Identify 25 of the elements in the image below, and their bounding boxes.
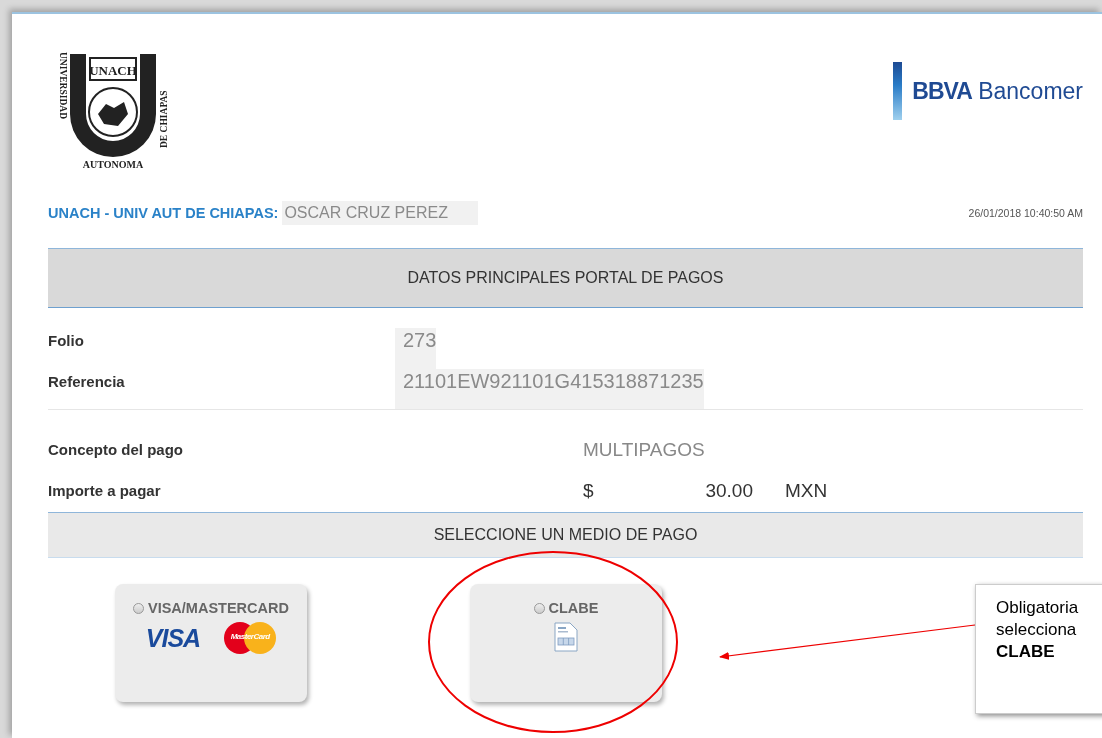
radio-button[interactable]	[533, 602, 545, 614]
bank-logo-stripe-icon	[893, 62, 903, 120]
field-label: Folio	[48, 331, 85, 351]
section-header: SELECCIONE UN MEDIO DE PAGO	[48, 512, 1083, 558]
field-label: Concepto del pago	[48, 439, 184, 460]
amount: 30.00	[705, 480, 753, 503]
customer-name: OSCAR CRUZ PEREZ	[282, 201, 478, 225]
field-value: 273	[395, 328, 437, 369]
currency-code: MXN	[784, 480, 829, 503]
currency-symbol: $	[583, 480, 595, 503]
radio-button[interactable]	[133, 602, 144, 614]
payment-method-card[interactable]: CLABE	[470, 584, 662, 702]
field-value: 21101EW921101G415318871235	[395, 368, 704, 409]
visa-logo: VISA	[145, 623, 201, 653]
payment-concept: MULTIPAGOS	[583, 438, 705, 461]
payment-method-label: VISA/MASTERCARD	[148, 600, 289, 616]
section-header: DATOS PRINCIPALES PORTAL DE PAGOS	[48, 248, 1083, 308]
callout-note: Obligatoria selecciona CLABE	[975, 584, 1102, 714]
field-label: Referencia	[48, 371, 126, 392]
institution-name: UNACH - UNIV AUT DE CHIAPAS:	[48, 205, 279, 221]
field-label: Importe a pagar	[48, 481, 162, 502]
bank-logo: BBVA Bancomer	[912, 77, 1083, 105]
timestamp: 26/01/2018 10:40:50 AM	[968, 207, 1083, 219]
payment-method-label: CLABE	[548, 600, 599, 616]
document-icon	[554, 622, 578, 652]
